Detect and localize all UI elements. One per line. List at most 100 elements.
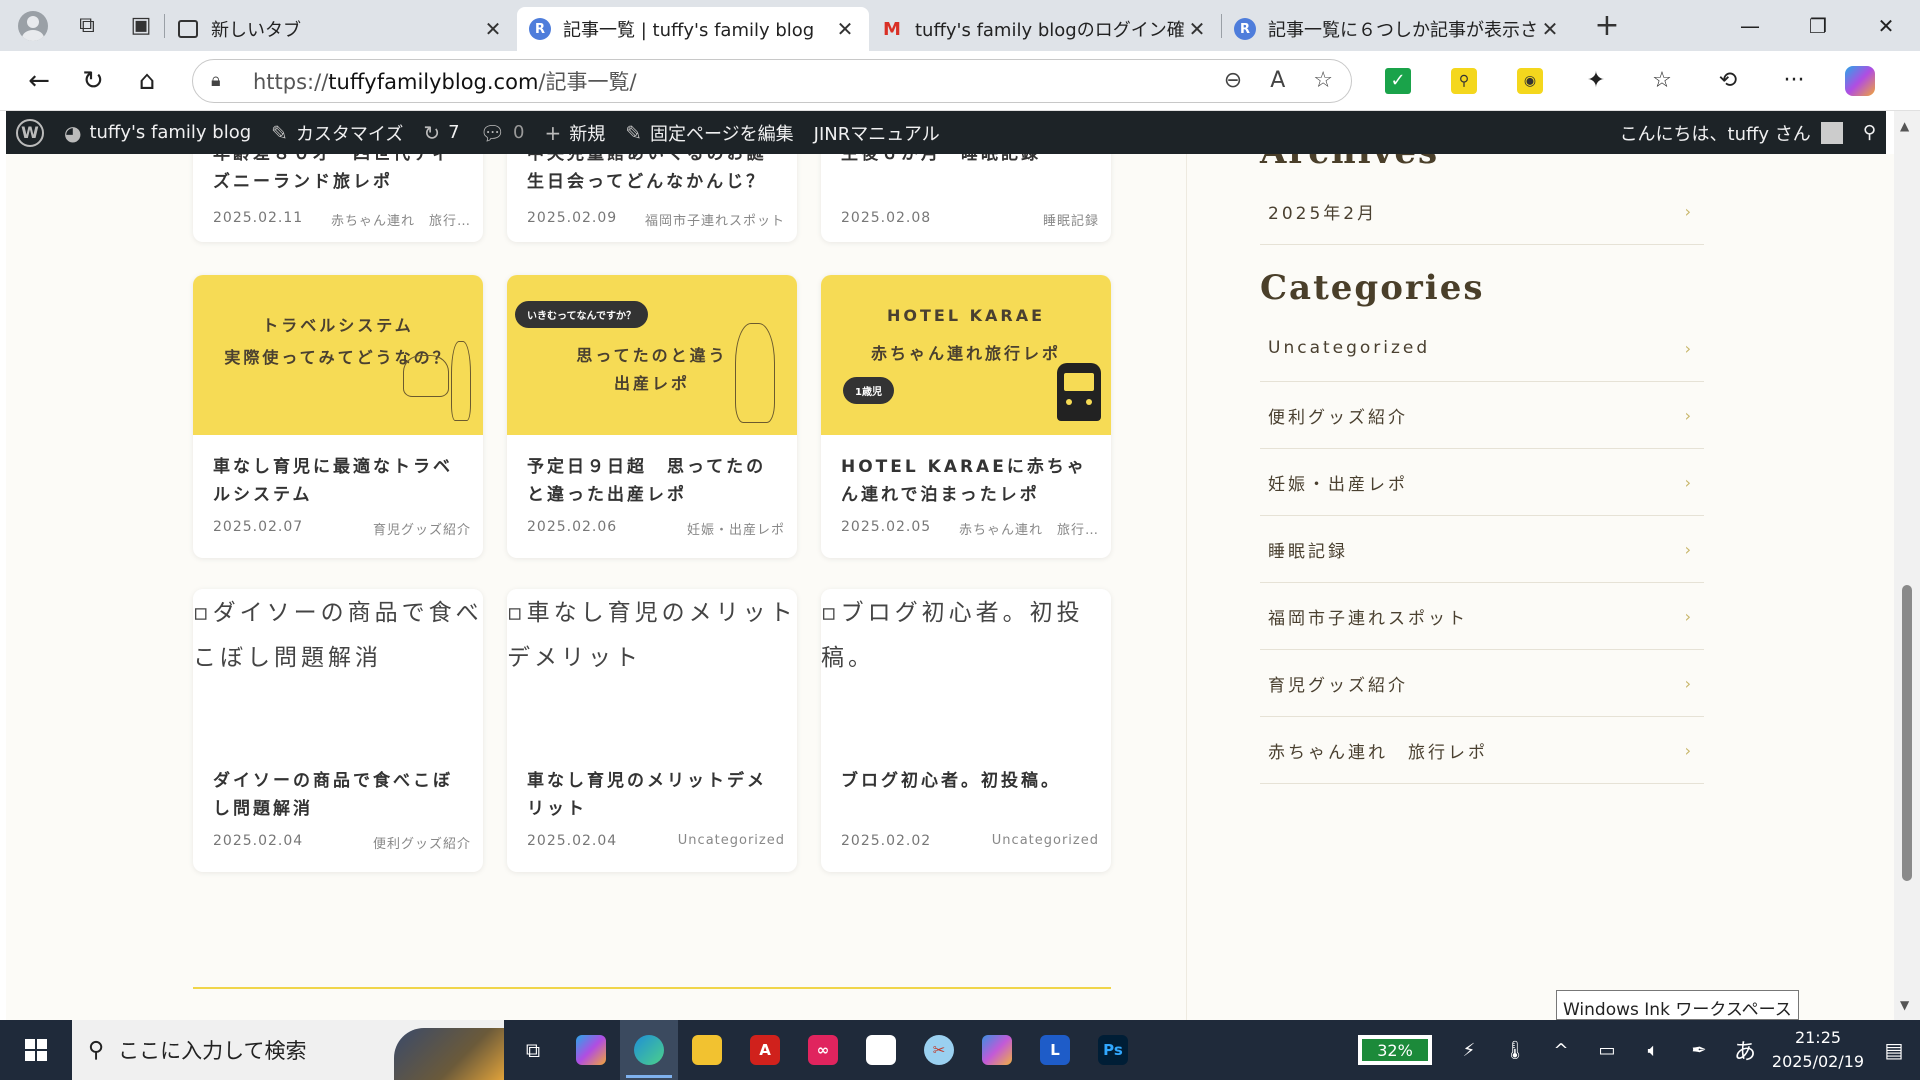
post-thumbnail[interactable]: トラベルシステム 実際使ってみてどうなの？ <box>193 275 483 435</box>
tab-new-tab[interactable]: 新しいタブ ✕ <box>165 7 517 51</box>
zoom-out-icon[interactable]: ⊖ <box>1224 68 1242 93</box>
taskbar-copilot[interactable] <box>562 1020 620 1080</box>
post-category[interactable]: 睡眠記録 <box>1043 210 1099 234</box>
post-title[interactable]: 予定日９日超 思ってたのと違った出産レポ <box>507 435 797 513</box>
start-button[interactable] <box>0 1020 72 1080</box>
post-category[interactable]: 便利グッズ紹介 <box>373 833 471 857</box>
battery-indicator[interactable]: 32% <box>1358 1035 1432 1065</box>
extension-check-button[interactable]: ✓ <box>1378 61 1418 101</box>
post-thumbnail-broken[interactable]: ▫ダイソーの商品で食べこぼし問題解消 <box>193 589 483 749</box>
category-item-sleep[interactable]: 睡眠記録 › <box>1260 516 1704 583</box>
taskbar-l-app[interactable]: L <box>1026 1020 1084 1080</box>
taskbar-search-box[interactable]: ⚲ ここに入力して検索 <box>72 1020 504 1080</box>
wp-comments-link[interactable]: 💬︎ 0 <box>470 111 535 154</box>
tab-search-result[interactable]: R 記事一覧に６つしか記事が表示され ✕ <box>1222 7 1574 51</box>
close-window-button[interactable]: ✕ <box>1852 0 1920 51</box>
post-thumbnail-broken[interactable]: ▫車なし育児のメリットデメリット <box>507 589 797 749</box>
category-item-childcare-goods[interactable]: 育児グッズ紹介 › <box>1260 650 1704 717</box>
taskbar-creative-cloud[interactable]: ∞ <box>794 1020 852 1080</box>
copilot-button[interactable] <box>1840 61 1880 101</box>
wp-logo-button[interactable]: W <box>6 111 54 154</box>
taskbar-store[interactable] <box>852 1020 910 1080</box>
post-card[interactable]: ▫ダイソーの商品で食べこぼし問題解消 ダイソーの商品で食べこぼし問題解消 202… <box>193 589 483 872</box>
tab-close-icon[interactable]: ✕ <box>481 17 505 41</box>
post-title[interactable]: HOTEL KARAEに赤ちゃん連れで泊まったレポ <box>821 435 1111 513</box>
task-view-button[interactable]: ⧉ <box>504 1020 562 1080</box>
post-category[interactable]: 福岡市子連れスポット <box>645 210 785 234</box>
lock-icon[interactable]: 🔒︎ <box>211 70 237 91</box>
post-title[interactable]: ブログ初心者。初投稿。 <box>821 749 1111 827</box>
home-button[interactable]: ⌂ <box>120 59 174 103</box>
more-menu-button[interactable]: ··· <box>1774 61 1814 101</box>
back-button[interactable]: ← <box>12 59 66 103</box>
scroll-down-icon[interactable]: ▼ <box>1900 998 1909 1012</box>
wp-site-name-link[interactable]: ◕ tuffy's family blog <box>54 111 261 154</box>
volume-icon[interactable]: 🔈︎ <box>1630 1020 1676 1080</box>
post-title[interactable]: 車なし育児に最適なトラベルシステム <box>193 435 483 513</box>
show-hidden-icons-button[interactable]: ^ <box>1538 1020 1584 1080</box>
category-item-pregnancy[interactable]: 妊娠・出産レポ › <box>1260 449 1704 516</box>
taskbar-edge[interactable] <box>620 1020 678 1080</box>
post-title[interactable]: 中央児童館あいくるのお誕生日会ってどんなかんじ？ <box>507 154 797 204</box>
post-title[interactable]: 年齢差８０才 四世代ディズニーランド旅レポ <box>193 154 483 204</box>
category-item-useful-goods[interactable]: 便利グッズ紹介 › <box>1260 382 1704 449</box>
post-title[interactable]: ダイソーの商品で食べこぼし問題解消 <box>193 749 483 827</box>
wp-search-button[interactable]: ⚲ <box>1853 111 1886 154</box>
wp-customize-link[interactable]: ✎ カスタマイズ <box>261 111 413 154</box>
minimize-button[interactable]: — <box>1716 0 1784 51</box>
favorite-star-icon[interactable]: ☆ <box>1313 68 1333 93</box>
tab-gmail[interactable]: M tuffy's family blogのログイン確認コ ✕ <box>869 7 1221 51</box>
post-card[interactable]: いきむってなんですか？ 思ってたのと違う 出産レポ 予定日９日超 思ってたのと違… <box>507 275 797 558</box>
post-card[interactable]: 年齢差８０才 四世代ディズニーランド旅レポ 2025.02.11 赤ちゃん連れ 旅… <box>193 154 483 242</box>
extension-search-button[interactable]: ⚲ <box>1444 61 1484 101</box>
post-card[interactable]: ▫ブログ初心者。初投稿。 ブログ初心者。初投稿。 2025.02.02 Uncat… <box>821 589 1111 872</box>
post-category[interactable]: 赤ちゃん連れ 旅行… <box>331 210 471 234</box>
address-bar[interactable]: 🔒︎ https://tuffyfamilyblog.com/記事一覧/ ⊖ A… <box>192 58 1352 103</box>
tab-article-list[interactable]: R 記事一覧 | tuffy's family blog ✕ <box>517 7 869 51</box>
scroll-up-icon[interactable]: ▲ <box>1900 119 1909 133</box>
restore-button[interactable]: ❐ <box>1784 0 1852 51</box>
windows-ink-pen-icon[interactable]: ✒ <box>1676 1020 1722 1080</box>
workspaces-button[interactable]: ⧉ <box>64 6 110 46</box>
taskbar-acrobat[interactable]: A <box>736 1020 794 1080</box>
tab-close-icon[interactable]: ✕ <box>1185 17 1209 41</box>
taskbar-m365[interactable] <box>968 1020 1026 1080</box>
post-card[interactable]: HOTEL KARAE 赤ちゃん連れ旅行レポ 1歳児 HOTEL KARAEに赤… <box>821 275 1111 558</box>
wp-edit-page-link[interactable]: ✎ 固定ページを編集 <box>615 111 803 154</box>
url-text[interactable]: https://tuffyfamilyblog.com/記事一覧/ <box>253 66 1224 96</box>
notification-center-button[interactable]: ▤ <box>1868 1020 1920 1080</box>
extensions-button[interactable]: ✦ <box>1576 61 1616 101</box>
taskbar-photoshop[interactable]: Ps <box>1084 1020 1142 1080</box>
post-category[interactable]: 赤ちゃん連れ 旅行… <box>959 519 1099 543</box>
history-button[interactable]: ⟲ <box>1708 61 1748 101</box>
category-item-baby-travel[interactable]: 赤ちゃん連れ 旅行レポ › <box>1260 717 1704 784</box>
post-category[interactable]: 育児グッズ紹介 <box>373 519 471 543</box>
profile-button[interactable] <box>10 6 56 46</box>
post-category[interactable]: 妊娠・出産レポ <box>687 519 785 543</box>
wp-manual-link[interactable]: JINRマニュアル <box>804 111 950 154</box>
post-category[interactable]: Uncategorized <box>678 833 785 857</box>
archive-item[interactable]: 2025年2月 › <box>1260 178 1704 245</box>
wp-new-link[interactable]: + 新規 <box>534 111 615 154</box>
scrollbar-thumb[interactable] <box>1902 585 1912 881</box>
taskbar-clock[interactable]: 21:25 2025/02/19 <box>1768 1026 1868 1074</box>
taskbar-snipping[interactable]: ✂ <box>910 1020 968 1080</box>
ime-mode-indicator[interactable]: あ <box>1722 1020 1768 1080</box>
post-card[interactable]: 中央児童館あいくるのお誕生日会ってどんなかんじ？ 2025.02.09 福岡市子連… <box>507 154 797 242</box>
thermometer-icon[interactable]: 🌡︎ <box>1492 1020 1538 1080</box>
power-plug-icon[interactable]: ⚡︎ <box>1446 1020 1492 1080</box>
post-category[interactable]: Uncategorized <box>992 833 1099 857</box>
extension-audio-button[interactable]: ◉ <box>1510 61 1550 101</box>
wp-account-menu[interactable]: こんにちは、tuffy さん <box>1610 111 1853 154</box>
post-thumbnail[interactable]: HOTEL KARAE 赤ちゃん連れ旅行レポ 1歳児 <box>821 275 1111 435</box>
refresh-button[interactable]: ↻ <box>66 59 120 103</box>
read-aloud-icon[interactable]: A <box>1270 68 1285 93</box>
new-tab-button[interactable]: + <box>1582 4 1632 48</box>
vertical-tabs-button[interactable]: ▣ <box>118 6 164 46</box>
taskbar-file-explorer[interactable] <box>678 1020 736 1080</box>
post-thumbnail-broken[interactable]: ▫ブログ初心者。初投稿。 <box>821 589 1111 749</box>
page-scrollbar[interactable]: ▲ ▼ <box>1894 111 1920 1020</box>
post-card[interactable]: 生後６か月 睡眠記録 2025.02.08 睡眠記録 <box>821 154 1111 242</box>
category-item-fukuoka-spots[interactable]: 福岡市子連れスポット › <box>1260 583 1704 650</box>
tab-close-icon[interactable]: ✕ <box>1538 17 1562 41</box>
